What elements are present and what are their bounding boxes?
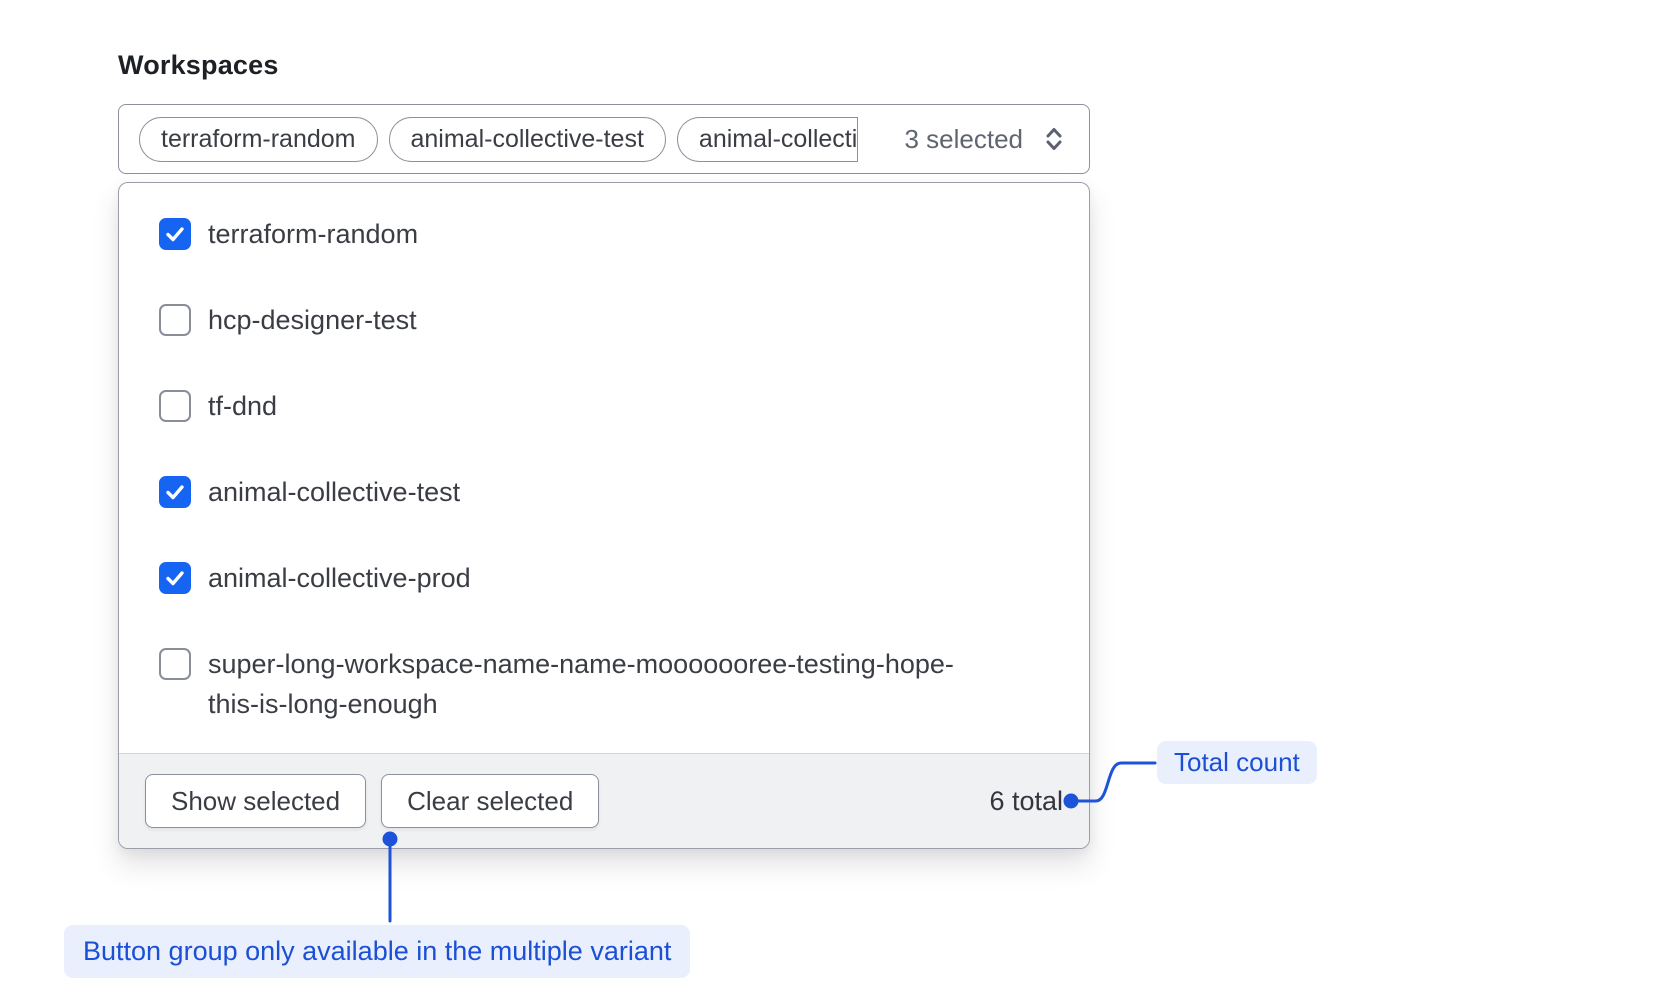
select-listbox: terraform-random hcp-designer-test tf-dn… (118, 182, 1090, 849)
option-label: super-long-workspace-name-name-moooooore… (208, 644, 993, 724)
selected-count-text: 3 selected (904, 124, 1023, 155)
option-row[interactable]: tf-dnd (119, 363, 1089, 449)
workspaces-label: Workspaces (118, 50, 1090, 81)
option-label: tf-dnd (208, 386, 277, 426)
option-checkbox[interactable] (159, 304, 191, 336)
checkmark-icon (163, 480, 187, 504)
selected-pill: animal-collective-prod (677, 117, 858, 162)
option-row[interactable]: animal-collective-test (119, 449, 1089, 535)
caret-sort-icon (1039, 124, 1069, 154)
select-trigger[interactable]: terraform-random animal-collective-test … (118, 104, 1090, 174)
option-label: hcp-designer-test (208, 300, 417, 340)
option-row[interactable]: hcp-designer-test (119, 277, 1089, 363)
total-count-text: 6 total (989, 786, 1063, 817)
option-checkbox[interactable] (159, 648, 191, 680)
options-list: terraform-random hcp-designer-test tf-dn… (119, 183, 1089, 753)
option-label: animal-collective-prod (208, 558, 471, 598)
option-row[interactable]: terraform-random (119, 191, 1089, 277)
option-label: terraform-random (208, 214, 418, 254)
selected-pill-clipped: animal-collective-prod (677, 117, 858, 162)
option-row[interactable]: animal-collective-prod (119, 535, 1089, 621)
checkmark-icon (163, 566, 187, 590)
show-selected-button[interactable]: Show selected (145, 774, 366, 828)
option-checkbox[interactable] (159, 218, 191, 250)
checkmark-icon (163, 222, 187, 246)
option-checkbox[interactable] (159, 476, 191, 508)
option-row[interactable]: super-long-workspace-name-name-moooooore… (119, 621, 1089, 753)
clear-selected-button[interactable]: Clear selected (381, 774, 599, 828)
option-checkbox[interactable] (159, 562, 191, 594)
listbox-footer: Show selected Clear selected 6 total (119, 753, 1089, 848)
selected-pill: terraform-random (139, 117, 378, 162)
total-count-annotation: Total count (1157, 741, 1317, 784)
workspaces-select: Workspaces terraform-random animal-colle… (118, 50, 1090, 849)
button-group-annotation: Button group only available in the multi… (64, 925, 690, 978)
option-label: animal-collective-test (208, 472, 460, 512)
option-checkbox[interactable] (159, 390, 191, 422)
selected-pill: animal-collective-test (389, 117, 666, 162)
